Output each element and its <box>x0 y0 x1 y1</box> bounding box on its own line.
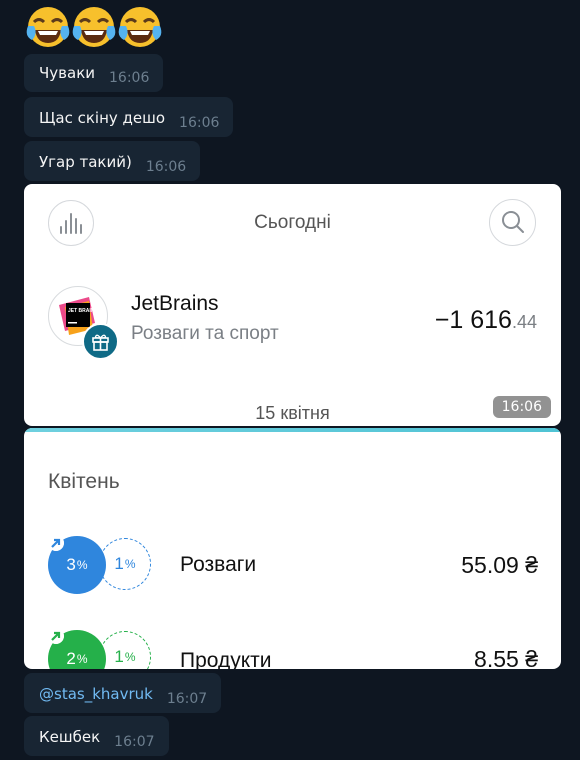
message-text: Чуваки <box>39 64 96 82</box>
message-time: 16:06 <box>109 70 150 86</box>
message-time: 16:07 <box>166 691 208 707</box>
secondary-percent: 1% <box>99 631 151 669</box>
message-text: Щас скіну дешо <box>39 109 166 127</box>
amount-cents: .44 <box>511 312 537 332</box>
category-amount: 8.55 ₴ <box>474 646 538 669</box>
category-name: Продукти <box>180 649 272 669</box>
secondary-percent: 1% <box>99 538 151 590</box>
laughing-emoji-icon <box>26 7 70 47</box>
mention-link[interactable]: @stas_khavruk <box>39 685 153 713</box>
percent-sign: % <box>76 558 88 572</box>
arrow-up-icon <box>48 535 64 551</box>
search-icon <box>502 211 524 233</box>
message-text: Угар такий) <box>39 153 132 171</box>
message-time: 16:06 <box>179 115 220 131</box>
transaction-category: Розваги та спорт <box>131 323 279 344</box>
message-bubble[interactable]: Щас скіну дешо 16:06 <box>24 97 234 137</box>
laughing-emoji-icon <box>72 7 116 47</box>
message-text: Кешбек <box>39 728 101 746</box>
arrow-up-icon <box>48 628 64 644</box>
message-bubble[interactable]: Угар такий) 16:06 <box>24 141 201 181</box>
message-time: 16:06 <box>145 159 187 175</box>
emoji-row <box>24 4 162 52</box>
date-label: 15 квітня <box>255 403 330 423</box>
image-time: 16:06 <box>492 396 551 418</box>
page-title: Сьогодні <box>254 212 331 233</box>
percent-sign: % <box>124 557 136 571</box>
amount-main: −1 616 <box>434 306 512 334</box>
month-title: Квітень <box>48 470 120 493</box>
logo-text: JET BRAINS <box>68 308 98 314</box>
gift-icon <box>92 334 109 351</box>
cashback-screenshot[interactable]: Квітень 1% 3% Розваги 55.09 ₴ 1% 2% Прод… <box>24 428 561 669</box>
category-name: Розваги <box>180 553 257 576</box>
transaction-screenshot[interactable]: Сьогодні JET BRAINS JetBrains Розваги та… <box>24 184 561 426</box>
laughing-emoji-icon <box>118 7 162 47</box>
transaction-amount: −1 616.44 <box>435 306 537 335</box>
percent-value: 1 <box>114 647 124 666</box>
percent-value: 3 <box>66 555 76 574</box>
percent-sign: % <box>76 652 88 666</box>
message-bubble[interactable]: Кешбек 16:07 <box>24 716 169 756</box>
merchant-name: JetBrains <box>131 292 219 315</box>
top-accent-line <box>24 428 561 432</box>
category-amount: 55.09 ₴ <box>461 552 538 578</box>
message-time: 16:07 <box>114 734 155 750</box>
search-button <box>489 199 536 246</box>
message-bubble[interactable]: Чуваки 16:06 <box>24 54 164 92</box>
percent-value: 2 <box>66 649 76 668</box>
category-badge <box>82 323 119 360</box>
message-bubble[interactable]: @stas_khavruk 16:07 <box>24 673 222 713</box>
percent-sign: % <box>124 650 136 664</box>
percent-value: 1 <box>114 554 124 573</box>
